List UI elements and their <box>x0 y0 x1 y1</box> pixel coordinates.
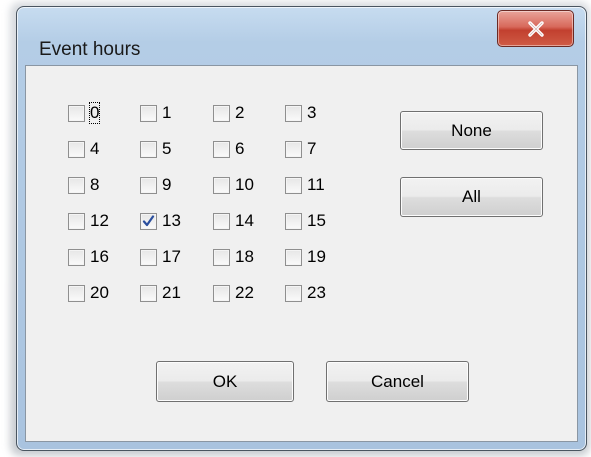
hour-label: 21 <box>162 283 181 302</box>
hour-label: 20 <box>90 283 109 302</box>
hour-checkbox[interactable]: 13 <box>140 210 181 232</box>
hour-checkbox[interactable]: 20 <box>68 282 109 304</box>
checkbox-box[interactable] <box>213 176 230 194</box>
hour-label: 7 <box>307 139 317 158</box>
checkbox-box[interactable] <box>140 284 157 302</box>
hour-checkbox[interactable]: 14 <box>213 210 254 232</box>
checkbox-box[interactable] <box>68 248 85 266</box>
none-button[interactable]: None <box>400 111 543 150</box>
hour-label: 0 <box>88 102 101 124</box>
hour-label: 2 <box>235 103 245 122</box>
checkbox-box[interactable] <box>68 284 85 302</box>
hour-label: 6 <box>235 139 245 158</box>
checkbox-box[interactable] <box>140 248 157 266</box>
hour-label: 3 <box>307 103 317 122</box>
checkbox-box[interactable] <box>140 140 157 158</box>
cancel-button[interactable]: Cancel <box>326 361 469 402</box>
hour-checkbox[interactable]: 3 <box>285 102 316 124</box>
checkbox-box[interactable] <box>68 140 85 158</box>
hour-label: 13 <box>162 211 181 230</box>
hour-checkbox[interactable]: 2 <box>213 102 244 124</box>
hour-label: 18 <box>235 247 254 266</box>
checkbox-box[interactable] <box>68 104 85 122</box>
hour-checkbox[interactable]: 21 <box>140 282 181 304</box>
check-mark-icon <box>142 214 155 226</box>
hour-label: 23 <box>307 283 326 302</box>
hour-label: 11 <box>307 175 325 194</box>
hour-checkbox[interactable]: 5 <box>140 138 171 160</box>
hour-label: 14 <box>235 211 254 230</box>
title-bar[interactable]: Event hours <box>17 7 586 67</box>
hour-checkbox[interactable]: 19 <box>285 246 326 268</box>
checkbox-box[interactable] <box>213 284 230 302</box>
hour-label: 17 <box>162 247 181 266</box>
all-button[interactable]: All <box>400 177 543 217</box>
checkbox-box[interactable] <box>285 284 302 302</box>
hour-checkbox[interactable]: 10 <box>213 174 254 196</box>
hour-label: 1 <box>162 103 172 122</box>
hour-checkbox[interactable]: 9 <box>140 174 171 196</box>
hour-label: 15 <box>307 211 326 230</box>
hour-label: 12 <box>90 211 109 230</box>
checkbox-box[interactable] <box>68 212 85 230</box>
close-button[interactable] <box>497 10 574 47</box>
checkbox-box[interactable] <box>213 140 230 158</box>
checkbox-box[interactable] <box>285 248 302 266</box>
ok-button[interactable]: OK <box>156 361 294 402</box>
hour-label: 9 <box>162 175 172 194</box>
checkbox-box[interactable] <box>68 176 85 194</box>
hour-label: 19 <box>307 247 326 266</box>
checkbox-box[interactable] <box>140 176 157 194</box>
hour-checkbox[interactable]: 15 <box>285 210 326 232</box>
hour-checkbox[interactable]: 6 <box>213 138 244 160</box>
hour-checkbox[interactable]: 22 <box>213 282 254 304</box>
checkbox-box[interactable] <box>213 104 230 122</box>
hour-checkbox[interactable]: 11 <box>285 174 325 196</box>
hour-label: 4 <box>90 139 100 158</box>
checkbox-box[interactable] <box>140 212 157 230</box>
hour-label: 22 <box>235 283 254 302</box>
hour-checkbox[interactable]: 1 <box>140 102 171 124</box>
checkbox-box[interactable] <box>285 104 302 122</box>
hour-checkbox[interactable]: 12 <box>68 210 109 232</box>
hour-checkbox[interactable]: 4 <box>68 138 99 160</box>
checkbox-box[interactable] <box>140 104 157 122</box>
checkbox-box[interactable] <box>213 248 230 266</box>
hour-checkbox[interactable]: 18 <box>213 246 254 268</box>
hour-label: 10 <box>235 175 254 194</box>
event-hours-dialog: Event hours 0 1 2 3 4 5 6 7 8 9 10 11 12 13 14 15 16 17 18… <box>16 6 587 451</box>
dialog-title: Event hours <box>39 39 141 60</box>
hour-checkbox[interactable]: 16 <box>68 246 109 268</box>
hour-checkbox[interactable]: 0 <box>68 102 101 124</box>
checkbox-box[interactable] <box>285 140 302 158</box>
hour-checkbox[interactable]: 17 <box>140 246 181 268</box>
hour-checkbox[interactable]: 8 <box>68 174 99 196</box>
checkbox-box[interactable] <box>213 212 230 230</box>
hour-label: 5 <box>162 139 172 158</box>
checkbox-box[interactable] <box>285 176 302 194</box>
hour-checkbox[interactable]: 7 <box>285 138 316 160</box>
dialog-body: 0 1 2 3 4 5 6 7 8 9 10 11 12 13 14 15 16 17 18 19 20 21 22 23 N… <box>25 65 578 442</box>
close-x-icon <box>527 20 544 37</box>
hour-label: 8 <box>90 175 100 194</box>
checkbox-box[interactable] <box>285 212 302 230</box>
hour-label: 16 <box>90 247 109 266</box>
hour-checkbox[interactable]: 23 <box>285 282 326 304</box>
